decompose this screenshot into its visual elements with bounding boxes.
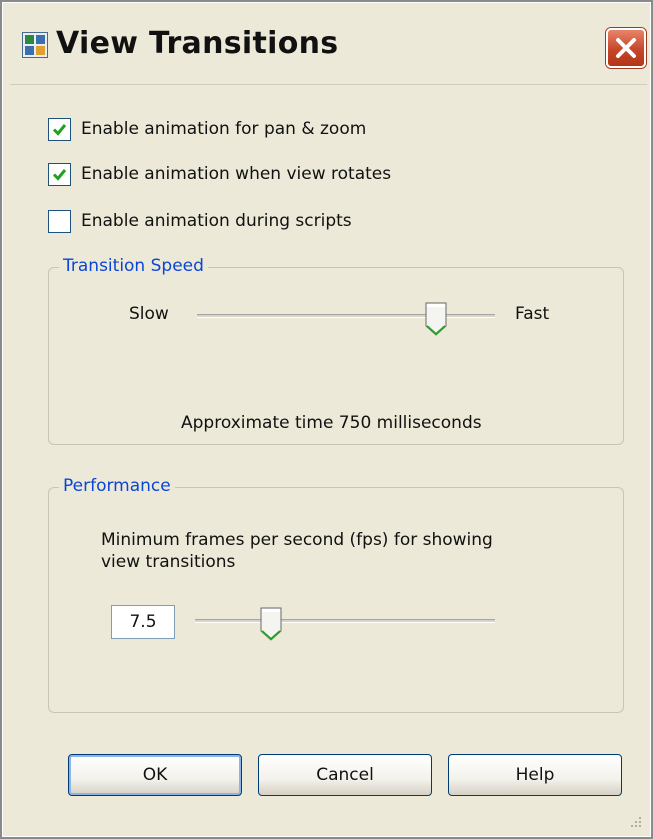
cancel-button[interactable]: Cancel (258, 754, 432, 796)
slow-label: Slow (129, 304, 169, 324)
checkbox-row-view-rotates[interactable]: Enable animation when view rotates (48, 161, 391, 187)
transition-speed-slider-thumb[interactable] (425, 302, 447, 336)
dialog-content: Enable animation for pan & zoom Enable a… (10, 84, 647, 833)
fps-slider-thumb[interactable] (260, 607, 282, 641)
fps-value-field[interactable]: 7.5 (111, 605, 175, 639)
pan-zoom-checkbox[interactable] (48, 117, 71, 141)
fps-description-line1: Minimum frames per second (fps) for show… (101, 530, 493, 550)
window-title: View Transitions (56, 26, 339, 61)
checkbox-row-pan-zoom[interactable]: Enable animation for pan & zoom (48, 116, 366, 142)
fps-description-line2: view transitions (101, 552, 236, 572)
scripts-checkbox[interactable] (48, 209, 71, 233)
fps-slider-track[interactable] (195, 619, 495, 623)
close-icon (616, 38, 636, 58)
view-rotates-checkbox-label: Enable animation when view rotates (81, 164, 392, 184)
help-button[interactable]: Help (448, 754, 622, 796)
transition-speed-slider-track[interactable] (197, 314, 495, 318)
close-button[interactable] (606, 28, 646, 68)
transition-speed-group-label: Transition Speed (59, 256, 208, 276)
checkmark-icon (52, 123, 67, 136)
performance-group-label: Performance (59, 476, 175, 496)
scripts-checkbox-label: Enable animation during scripts (81, 211, 352, 231)
performance-group: Performance Minimum frames per second (f… (48, 476, 624, 713)
fast-label: Fast (515, 304, 550, 324)
dialog-window: View Transitions Enable animation for pa… (0, 0, 653, 839)
app-icon (22, 32, 48, 58)
transition-speed-group: Transition Speed Slow Fast Approximate t… (48, 256, 624, 445)
checkbox-row-scripts[interactable]: Enable animation during scripts (48, 208, 352, 234)
ok-button[interactable]: OK (68, 754, 242, 796)
approximate-time-text: Approximate time 750 milliseconds (181, 413, 482, 433)
resize-grip-icon[interactable] (629, 815, 643, 829)
checkmark-icon (52, 168, 67, 181)
pan-zoom-checkbox-label: Enable animation for pan & zoom (81, 119, 367, 139)
title-bar[interactable]: View Transitions (4, 4, 649, 82)
view-rotates-checkbox[interactable] (48, 162, 71, 186)
